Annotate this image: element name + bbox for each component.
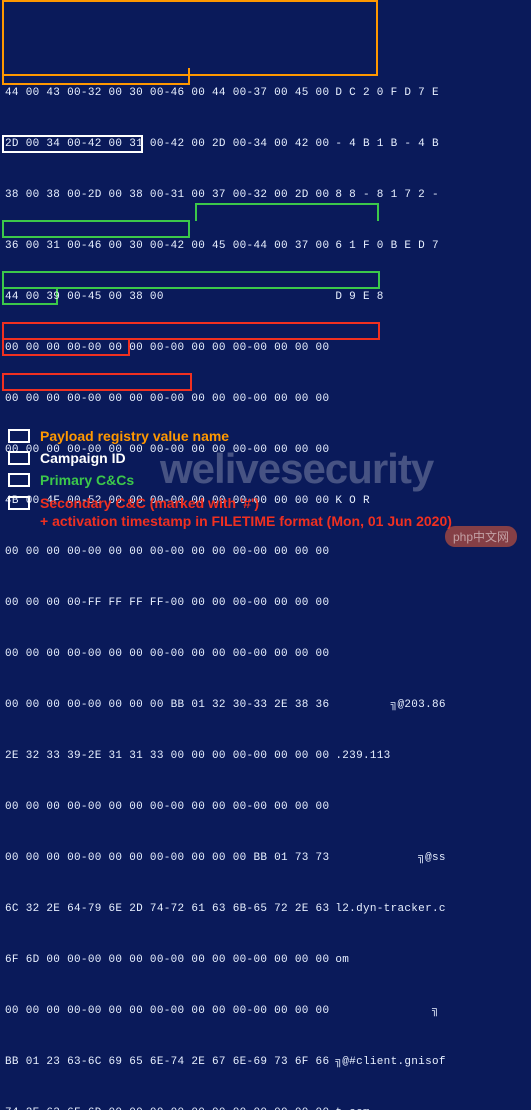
ascii-row: t.com bbox=[329, 1105, 370, 1110]
legend: Payload registry value name Campaign ID … bbox=[8, 428, 523, 536]
hex-row: 00 00 00 00-00 00 00 00-00 00 00 00-00 0… bbox=[0, 340, 329, 357]
ascii-row: - 4 B 1 B - 4 B bbox=[329, 136, 439, 153]
legend-white: Campaign ID bbox=[8, 450, 523, 466]
hex-row: 00 00 00 00-00 00 00 00-00 00 00 00-00 0… bbox=[0, 544, 329, 561]
hex-row: 00 00 00 00-00 00 00 00-00 00 00 00-00 0… bbox=[0, 799, 329, 816]
hex-row: 44 00 43 00-32 00 30 00-46 00 44 00-37 0… bbox=[0, 85, 329, 102]
legend-white-label: Campaign ID bbox=[40, 450, 126, 466]
legend-orange-label: Payload registry value name bbox=[40, 428, 229, 444]
ascii-row: ╗@203.86 bbox=[329, 697, 445, 714]
legend-red-label: Secondary C&C (marked with '#') + activa… bbox=[40, 494, 452, 530]
hex-row: 00 00 00 00-00 00 00 00-00 00 00 00 BB 0… bbox=[0, 850, 329, 867]
legend-orange: Payload registry value name bbox=[8, 428, 523, 444]
hex-row: 00 00 00 00-00 00 00 00 BB 01 32 30-33 2… bbox=[0, 697, 329, 714]
swatch-white-icon bbox=[8, 451, 30, 465]
swatch-orange-icon bbox=[8, 429, 30, 443]
legend-red: Secondary C&C (marked with '#') + activa… bbox=[8, 494, 523, 530]
hex-row: 6C 32 2E 64-79 6E 2D 74-72 61 63 6B-65 7… bbox=[0, 901, 329, 918]
hex-row: 00 00 00 00-00 00 00 00-00 00 00 00-00 0… bbox=[0, 391, 329, 408]
ascii-row: 6 1 F 0 B E D 7 bbox=[329, 238, 439, 255]
hex-row: 00 00 00 00-FF FF FF FF-00 00 00 00-00 0… bbox=[0, 595, 329, 612]
swatch-red-icon bbox=[8, 496, 30, 510]
ascii-row: D C 2 0 F D 7 E bbox=[329, 85, 439, 102]
ascii-row: ╗ bbox=[329, 1003, 439, 1020]
ascii-row: ╗@ss bbox=[329, 850, 445, 867]
box-timestamp bbox=[2, 373, 192, 391]
ascii-row: l2.dyn-tracker.c bbox=[329, 901, 445, 918]
hex-row: BB 01 23 63-6C 69 65 6E-74 2E 67 6E-69 7… bbox=[0, 1054, 329, 1071]
hex-row: 44 00 39 00-45 00 38 00 bbox=[0, 289, 329, 306]
hex-row: 38 00 38 00-2D 00 38 00-31 00 37 00-32 0… bbox=[0, 187, 329, 204]
ascii-row: .239.113 bbox=[329, 748, 390, 765]
box-primary-cc-1b bbox=[2, 220, 190, 238]
ascii-row: ╗@#client.gnisof bbox=[329, 1054, 445, 1071]
ascii-row: om bbox=[329, 952, 349, 969]
hex-row: 2D 00 34 00-42 00 31 00-42 00 2D 00-34 0… bbox=[0, 136, 329, 153]
hex-row: 2E 32 33 39-2E 31 31 33 00 00 00 00-00 0… bbox=[0, 748, 329, 765]
box-payload-registry bbox=[2, 0, 378, 76]
hex-row: 00 00 00 00-00 00 00 00-00 00 00 00-00 0… bbox=[0, 1003, 329, 1020]
box-primary-cc-2a bbox=[2, 271, 380, 289]
ascii-row: D 9 E 8 bbox=[329, 289, 383, 306]
ascii-row: 8 8 - 8 1 7 2 - bbox=[329, 187, 439, 204]
hex-row: 6F 6D 00 00-00 00 00 00-00 00 00 00-00 0… bbox=[0, 952, 329, 969]
box-payload-registry-tail bbox=[2, 68, 190, 85]
hex-row: 00 00 00 00-00 00 00 00-00 00 00 00-00 0… bbox=[0, 646, 329, 663]
legend-green: Primary C&Cs bbox=[8, 472, 523, 488]
hex-row: 36 00 31 00-46 00 30 00-42 00 45 00-44 0… bbox=[0, 238, 329, 255]
legend-green-label: Primary C&Cs bbox=[40, 472, 134, 488]
box-secondary-cc-a bbox=[2, 322, 380, 340]
hex-dump-panel: 44 00 43 00-32 00 30 00-46 00 44 00-37 0… bbox=[0, 0, 531, 1110]
box-primary-cc-1a bbox=[195, 203, 379, 221]
hex-row: 74 2E 63 6F-6D 00 00 00-00 00 00 00-00 0… bbox=[0, 1105, 329, 1110]
swatch-green-icon bbox=[8, 473, 30, 487]
